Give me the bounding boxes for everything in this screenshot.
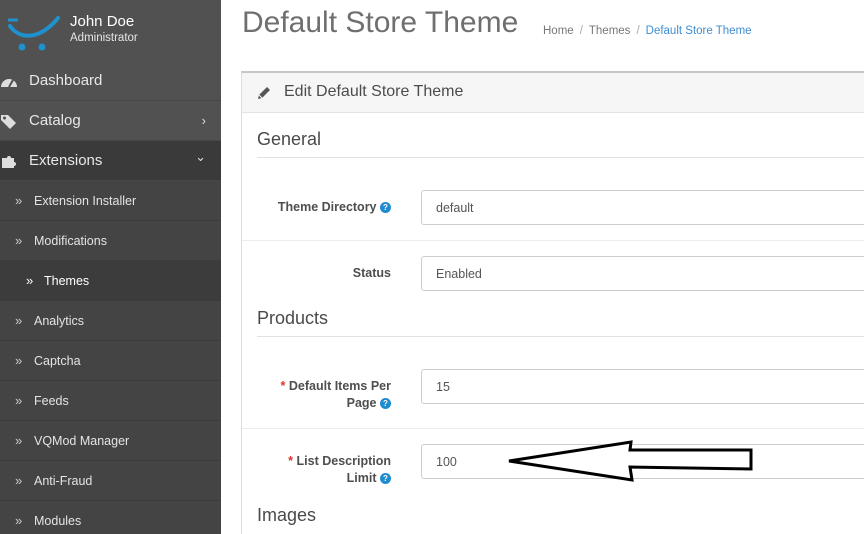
theme-directory-label: Theme Directory ? xyxy=(278,199,391,216)
sidebar-item-label: VQMod Manager xyxy=(34,434,130,448)
items-per-page-value: 15 xyxy=(436,380,450,394)
sidebar-item-vqmod-manager[interactable]: » VQMod Manager xyxy=(0,421,221,461)
status-label: Status xyxy=(353,265,391,282)
sidebar-item-modules[interactable]: » Modules xyxy=(0,501,221,534)
double-chevron-icon: » xyxy=(15,353,23,368)
sidebar-item-analytics[interactable]: » Analytics xyxy=(0,301,221,341)
sidebar-item-label: Feeds xyxy=(34,394,69,408)
breadcrumb-separator: / xyxy=(636,25,640,37)
double-chevron-icon: » xyxy=(15,313,23,328)
tag-icon xyxy=(1,115,16,129)
section-images-heading: Images xyxy=(257,505,317,525)
items-per-page-label: * Default Items Per Page ? xyxy=(266,378,391,412)
dashboard-icon xyxy=(1,79,17,88)
puzzle-icon xyxy=(2,156,16,168)
panel-title: Edit Default Store Theme xyxy=(284,83,464,100)
pencil-icon xyxy=(258,87,270,99)
arrow-annotation xyxy=(508,440,753,482)
status-select[interactable]: Enabled xyxy=(421,256,864,291)
double-chevron-icon: » xyxy=(15,473,23,488)
required-marker: * xyxy=(288,454,294,468)
sidebar-item-feeds[interactable]: » Feeds xyxy=(0,381,221,421)
section-divider xyxy=(257,157,864,158)
double-chevron-icon: » xyxy=(15,233,23,248)
chevron-right-icon: › xyxy=(201,113,206,128)
sidebar-item-captcha[interactable]: » Captcha xyxy=(0,341,221,381)
sidebar-item-label: Modules xyxy=(34,514,82,528)
user-role: Administrator xyxy=(70,32,138,44)
page-title: Default Store Theme xyxy=(242,6,519,39)
sidebar-item-label: Themes xyxy=(44,274,90,288)
double-chevron-icon: » xyxy=(26,273,34,288)
double-chevron-icon: » xyxy=(15,193,23,208)
sidebar-item-anti-fraud[interactable]: » Anti-Fraud xyxy=(0,461,221,501)
nav-catalog[interactable]: Catalog › xyxy=(0,101,221,141)
theme-directory-label-text: Theme Directory xyxy=(277,200,377,214)
double-chevron-icon: » xyxy=(15,393,23,408)
sidebar-item-themes[interactable]: » Themes xyxy=(0,261,221,301)
user-profile[interactable]: John Doe Administrator xyxy=(0,0,221,60)
user-name: John Doe xyxy=(70,13,135,30)
nav-dashboard-label: Dashboard xyxy=(29,72,103,89)
row-divider xyxy=(242,428,864,429)
status-label-text: Status xyxy=(352,266,391,280)
items-per-page-input[interactable]: 15 xyxy=(421,369,864,404)
double-chevron-icon: » xyxy=(15,433,23,448)
list-description-limit-label-text: List Description Limit xyxy=(296,454,391,485)
status-value: Enabled xyxy=(436,267,482,281)
sidebar-item-label: Captcha xyxy=(34,354,81,368)
items-per-page-label-text: Default Items Per Page xyxy=(288,379,391,410)
chevron-down-icon: ⌄ xyxy=(195,149,206,164)
section-divider xyxy=(257,336,864,337)
question-circle-icon[interactable]: ? xyxy=(380,473,391,484)
required-marker: * xyxy=(280,379,286,393)
sidebar-item-extension-installer[interactable]: » Extension Installer xyxy=(0,181,221,221)
section-products-heading: Products xyxy=(257,308,329,328)
breadcrumb: Home / Themes / Default Store Theme xyxy=(543,25,752,37)
nav-catalog-label: Catalog xyxy=(29,112,81,129)
sidebar: John Doe Administrator Dashboard Catalog… xyxy=(0,0,221,534)
row-divider xyxy=(242,240,864,241)
question-circle-icon[interactable]: ? xyxy=(380,398,391,409)
breadcrumb-separator: / xyxy=(579,25,583,37)
nav-extensions[interactable]: Extensions ⌄ xyxy=(0,141,221,181)
section-general-heading: General xyxy=(257,129,322,149)
sidebar-item-label: Analytics xyxy=(34,314,85,328)
panel-heading: Edit Default Store Theme xyxy=(242,73,864,113)
theme-directory-value: default xyxy=(436,201,474,215)
sidebar-item-modifications[interactable]: » Modifications xyxy=(0,221,221,261)
nav-dashboard[interactable]: Dashboard xyxy=(0,61,221,101)
list-description-limit-value: 100 xyxy=(436,455,457,469)
nav-extensions-label: Extensions xyxy=(29,152,103,169)
list-description-limit-label: * List Description Limit ? xyxy=(266,453,391,487)
sidebar-item-label: Modifications xyxy=(34,234,107,248)
theme-directory-select[interactable]: default xyxy=(421,190,864,225)
question-circle-icon[interactable]: ? xyxy=(380,202,391,213)
breadcrumb-themes[interactable]: Themes xyxy=(589,25,631,37)
sidebar-item-label: Extension Installer xyxy=(34,194,137,208)
breadcrumb-current[interactable]: Default Store Theme xyxy=(646,25,752,37)
sidebar-item-label: Anti-Fraud xyxy=(34,474,93,488)
breadcrumb-home[interactable]: Home xyxy=(543,25,574,37)
double-chevron-icon: » xyxy=(15,513,23,528)
opencart-logo xyxy=(8,16,60,51)
